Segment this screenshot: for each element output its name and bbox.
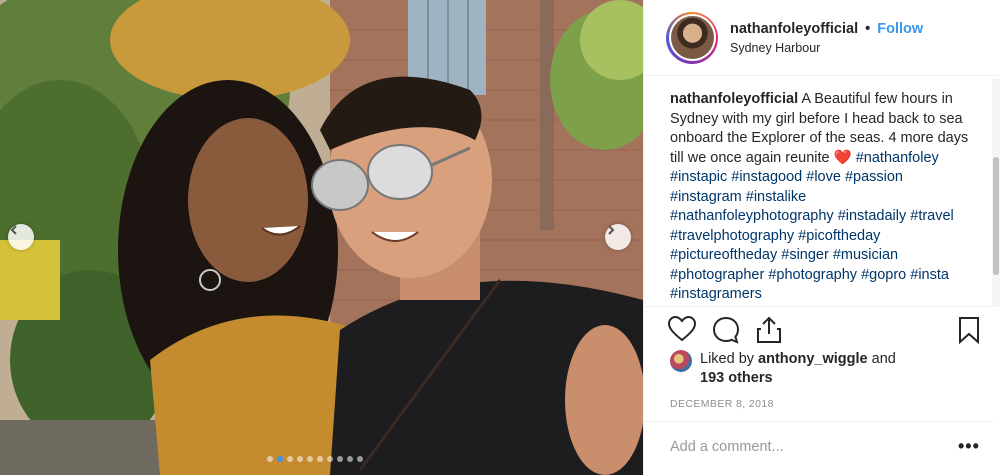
carousel-dot <box>267 456 273 462</box>
carousel-next-button[interactable] <box>605 224 631 250</box>
carousel-dot <box>317 456 323 462</box>
hashtag-link[interactable]: #love <box>806 169 841 185</box>
post-header: nathanfoleyofficial • Follow Sydney Harb… <box>644 0 1000 76</box>
carousel-dot <box>347 456 353 462</box>
profile-picture <box>670 16 714 59</box>
hashtag-link[interactable]: #nathanfoley <box>856 150 939 166</box>
likes-summary: Liked by anthony_wiggle and 193 others <box>670 350 896 388</box>
liker-username[interactable]: anthony_wiggle <box>758 351 868 367</box>
likes-others-link[interactable]: 193 others <box>700 370 773 386</box>
more-options-button[interactable]: ••• <box>958 436 980 457</box>
hashtag-link[interactable]: #insta <box>910 267 949 283</box>
heart-outline-icon <box>667 315 697 342</box>
caption-scrollbar[interactable] <box>992 79 1000 307</box>
comment-button[interactable] <box>712 316 740 349</box>
post-photo[interactable] <box>0 0 643 475</box>
hashtag-link[interactable]: #instagram <box>670 189 742 205</box>
likes-prefix: Liked by <box>700 351 755 367</box>
heart-emoji: ❤️ <box>833 149 852 166</box>
hashtag-link[interactable]: #travelphotography <box>670 228 794 244</box>
carousel-dot <box>297 456 303 462</box>
comment-box: ••• <box>644 421 993 475</box>
avatar[interactable] <box>666 11 718 64</box>
follow-button[interactable]: Follow <box>877 21 923 37</box>
hashtag-link[interactable]: #musician <box>833 247 898 263</box>
hashtag-link[interactable]: #photographer <box>670 267 764 283</box>
post-caption: nathanfoleyofficial A Beautiful few hour… <box>670 90 970 305</box>
carousel-dot <box>287 456 293 462</box>
location-link[interactable]: Sydney Harbour <box>730 41 923 55</box>
carousel-prev-button[interactable] <box>8 224 34 250</box>
hashtag-link[interactable]: #nathanfoleyphotography <box>670 208 834 224</box>
divider <box>644 306 993 307</box>
caption-username[interactable]: nathanfoleyofficial <box>670 91 798 107</box>
hashtag-link[interactable]: #pictureoftheday <box>670 247 777 263</box>
hashtag-link[interactable]: #instadaily <box>838 208 907 224</box>
hashtag-link[interactable]: #instagramers <box>670 286 762 302</box>
username-link[interactable]: nathanfoleyofficial <box>730 21 858 37</box>
scrollbar-thumb[interactable] <box>993 157 999 275</box>
carousel-dot <box>357 456 363 462</box>
hashtag-link[interactable]: #passion <box>845 169 903 185</box>
photo-scene <box>0 0 643 475</box>
post-side-panel: nathanfoleyofficial • Follow Sydney Harb… <box>643 0 1000 475</box>
comment-input[interactable] <box>670 439 930 455</box>
hashtag-link[interactable]: #instagood <box>731 169 802 185</box>
hashtag-link[interactable]: #picoftheday <box>798 228 880 244</box>
separator-dot: • <box>865 20 871 37</box>
hashtag-link[interactable]: #photography <box>768 267 857 283</box>
hashtag-link[interactable]: #singer <box>781 247 829 263</box>
save-button[interactable] <box>958 316 980 349</box>
likes-conjunction: and <box>871 351 896 367</box>
carousel-indicator <box>267 456 363 462</box>
carousel-dot <box>337 456 343 462</box>
hashtag-link[interactable]: #instapic <box>670 169 727 185</box>
liker-avatar[interactable] <box>670 350 692 372</box>
share-button[interactable] <box>756 316 782 349</box>
share-upload-icon <box>757 316 781 343</box>
carousel-dot-active <box>277 456 283 462</box>
hashtag-link[interactable]: #gopro <box>861 267 906 283</box>
hashtag-link[interactable]: #travel <box>910 208 954 224</box>
carousel-dot <box>327 456 333 462</box>
hashtag-list: #nathanfoley #instapic #instagood #love … <box>670 150 954 303</box>
carousel-dot <box>307 456 313 462</box>
hashtag-link[interactable]: #instalike <box>746 189 806 205</box>
post-date[interactable]: DECEMBER 8, 2018 <box>670 398 774 410</box>
bookmark-icon <box>959 317 979 345</box>
speech-bubble-icon <box>712 316 740 344</box>
like-button[interactable] <box>667 315 697 347</box>
